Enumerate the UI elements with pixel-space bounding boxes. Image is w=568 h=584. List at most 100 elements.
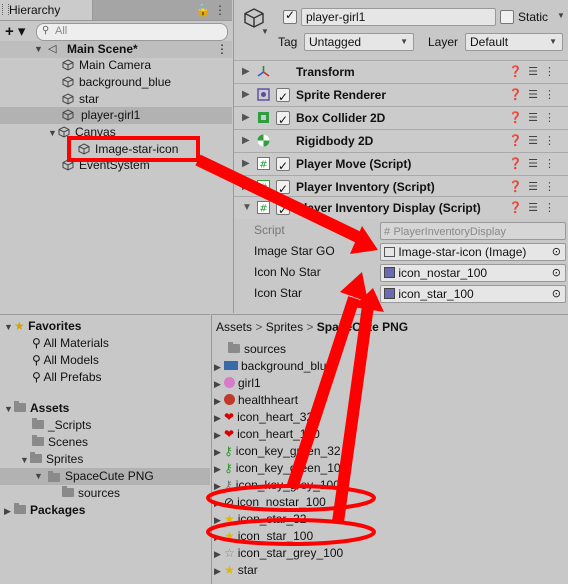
chevron-right-icon[interactable]: ▶ bbox=[214, 478, 224, 495]
icon-no-star-field[interactable]: icon_nostar_100 ⊙ bbox=[380, 264, 566, 282]
breadcrumb-spacecute-png[interactable]: SpaceCute PNG bbox=[317, 320, 408, 334]
file-icon-star-grey-100[interactable]: ▶ ☆ icon_star_grey_100 bbox=[214, 545, 343, 562]
scene-row[interactable]: ▼ ◁ Main Scene* ⋮ bbox=[0, 41, 232, 58]
component-tools-icon[interactable]: ❓☰⋮ bbox=[508, 153, 561, 175]
breadcrumb-sprites[interactable]: Sprites bbox=[266, 320, 303, 334]
breadcrumb-assets[interactable]: Assets bbox=[216, 320, 252, 334]
chevron-right-icon[interactable]: ▶ bbox=[214, 461, 224, 478]
chevron-right-icon[interactable]: ▶ bbox=[214, 495, 224, 512]
chevron-right-icon[interactable]: ▶ bbox=[242, 107, 250, 129]
file-icon-heart-100[interactable]: ▶ ❤ icon_heart_100 bbox=[214, 426, 320, 443]
hierarchy-item-main-camera[interactable]: Main Camera bbox=[62, 57, 151, 74]
file-background-blue[interactable]: ▶ background_blue bbox=[214, 358, 333, 375]
component-tools-icon[interactable]: ❓☰⋮ bbox=[508, 107, 561, 129]
file-healthheart[interactable]: ▶ healthheart bbox=[214, 392, 298, 409]
chevron-right-icon[interactable]: ▶ bbox=[214, 563, 224, 580]
component-player-inventory-display[interactable]: ▼ # Player Inventory Display (Script) ❓☰… bbox=[234, 196, 568, 221]
add-object-button[interactable]: + ▾ bbox=[5, 22, 25, 40]
component-enabled-checkbox[interactable] bbox=[276, 178, 290, 200]
gameobject-cube-icon[interactable] bbox=[243, 7, 265, 29]
component-rigidbody-2d[interactable]: ▶ Rigidbody 2D ❓☰⋮ bbox=[234, 129, 568, 152]
chevron-right-icon[interactable]: ▶ bbox=[214, 410, 224, 427]
assets-header[interactable]: ▼ Assets bbox=[4, 400, 69, 417]
chevron-right-icon[interactable]: ▶ bbox=[214, 359, 224, 376]
lock-icon[interactable]: 🔒 bbox=[196, 3, 211, 17]
chevron-right-icon[interactable]: ▶ bbox=[242, 176, 250, 198]
tree-folder-scripts[interactable]: _Scripts bbox=[32, 417, 91, 434]
favorites-header[interactable]: ▼★ Favorites bbox=[4, 318, 81, 335]
component-player-move[interactable]: ▶ # Player Move (Script) ❓☰⋮ bbox=[234, 152, 568, 177]
hierarchy-item-eventsystem[interactable]: EventSystem bbox=[62, 157, 150, 174]
component-tools-icon[interactable]: ❓☰⋮ bbox=[508, 84, 561, 106]
chevron-down-icon[interactable]: ▼ bbox=[242, 197, 252, 219]
file-sources[interactable]: sources bbox=[228, 341, 286, 358]
packages-header[interactable]: ▶ Packages bbox=[4, 502, 85, 519]
hierarchy-item-star[interactable]: star bbox=[62, 91, 99, 108]
component-player-inventory[interactable]: ▶ # Player Inventory (Script) ❓☰⋮ bbox=[234, 175, 568, 200]
component-tools-icon[interactable]: ❓☰⋮ bbox=[508, 130, 561, 152]
chevron-down-icon[interactable]: ▼ bbox=[4, 401, 14, 418]
component-enabled-checkbox[interactable] bbox=[276, 155, 290, 177]
file-icon-key-grey-100[interactable]: ▶ ⚷ icon_key_grey_100 bbox=[214, 477, 340, 494]
chevron-right-icon[interactable]: ▶ bbox=[214, 444, 224, 461]
tree-folder-sprites[interactable]: ▼ Sprites bbox=[20, 451, 83, 468]
object-picker-icon[interactable]: ⊙ bbox=[552, 244, 561, 260]
chevron-down-icon[interactable]: ▼ bbox=[34, 41, 43, 58]
file-girl1[interactable]: ▶ girl1 bbox=[214, 375, 261, 392]
file-icon-nostar-100[interactable]: ▶ ⊘ icon_nostar_100 bbox=[214, 494, 326, 511]
chevron-right-icon[interactable]: ▶ bbox=[214, 427, 224, 444]
hierarchy-item-image-star-icon[interactable]: Image-star-icon bbox=[78, 141, 178, 158]
component-sprite-renderer[interactable]: ▶ Sprite Renderer ❓☰⋮ bbox=[234, 83, 568, 108]
component-enabled-checkbox[interactable] bbox=[276, 109, 290, 131]
chevron-down-icon[interactable]: ▼ bbox=[34, 468, 43, 485]
component-tools-icon[interactable]: ❓☰⋮ bbox=[508, 61, 561, 83]
chevron-down-icon[interactable]: ▼ bbox=[48, 125, 58, 142]
file-icon-star-32[interactable]: ▶ ★ icon_star_32 bbox=[214, 511, 306, 528]
layer-dropdown[interactable]: Default ▼ bbox=[465, 33, 563, 51]
chevron-right-icon[interactable]: ▶ bbox=[242, 61, 250, 83]
hierarchy-search-input[interactable]: ⚲ All bbox=[36, 23, 228, 41]
favorite-all-materials[interactable]: ⚲ All Materials bbox=[32, 335, 109, 352]
file-icon-heart-32[interactable]: ▶ ❤ icon_heart_32 bbox=[214, 409, 313, 426]
component-tools-icon[interactable]: ❓☰⋮ bbox=[508, 176, 561, 198]
chevron-right-icon[interactable]: ▶ bbox=[214, 393, 224, 410]
chevron-right-icon[interactable]: ▶ bbox=[242, 84, 250, 106]
component-box-collider-2d[interactable]: ▶ Box Collider 2D ❓☰⋮ bbox=[234, 106, 568, 131]
component-enabled-checkbox[interactable] bbox=[276, 199, 290, 221]
hierarchy-item-player-girl1[interactable]: player-girl1 bbox=[0, 107, 232, 124]
static-checkbox[interactable] bbox=[500, 10, 514, 24]
favorite-all-models[interactable]: ⚲ All Models bbox=[32, 352, 99, 369]
chevron-right-icon[interactable]: ▶ bbox=[242, 153, 250, 175]
chevron-right-icon[interactable]: ▶ bbox=[214, 546, 224, 563]
chevron-right-icon[interactable]: ▶ bbox=[214, 376, 224, 393]
chevron-down-icon[interactable]: ▼ bbox=[20, 452, 30, 469]
tag-dropdown[interactable]: Untagged ▼ bbox=[304, 33, 414, 51]
file-icon-star-100[interactable]: ▶ ★ icon_star_100 bbox=[214, 528, 313, 545]
drag-handle-icon[interactable] bbox=[2, 4, 9, 15]
component-tools-icon[interactable]: ❓☰⋮ bbox=[508, 197, 561, 219]
chevron-right-icon[interactable]: ▶ bbox=[214, 512, 224, 529]
chevron-right-icon[interactable]: ▶ bbox=[242, 130, 250, 152]
icon-dropdown-chevron-icon[interactable]: ▼ bbox=[261, 27, 269, 36]
tree-folder-sources[interactable]: sources bbox=[62, 485, 120, 502]
tree-folder-spacecute-png[interactable]: ▼ SpaceCute PNG bbox=[0, 468, 210, 485]
icon-star-field[interactable]: icon_star_100 ⊙ bbox=[380, 285, 566, 303]
hierarchy-item-background-blue[interactable]: background_blue bbox=[62, 74, 171, 91]
image-star-go-field[interactable]: Image-star-icon (Image) ⊙ bbox=[380, 243, 566, 261]
component-enabled-checkbox[interactable] bbox=[276, 86, 290, 108]
object-name-input[interactable]: player-girl1 bbox=[301, 8, 496, 26]
chevron-right-icon[interactable]: ▶ bbox=[4, 503, 14, 520]
file-icon-key-green-32[interactable]: ▶ ⚷ icon_key_green_32 bbox=[214, 443, 341, 460]
active-checkbox[interactable] bbox=[283, 8, 297, 24]
hierarchy-item-canvas[interactable]: ▼ Canvas bbox=[48, 124, 116, 141]
object-picker-icon[interactable]: ⊙ bbox=[552, 265, 561, 281]
hierarchy-tab[interactable]: Hierarchy bbox=[0, 0, 93, 20]
scene-menu-icon[interactable]: ⋮ bbox=[216, 41, 228, 58]
menu-kebab-icon[interactable]: ⋮ bbox=[214, 3, 226, 17]
static-dropdown-icon[interactable]: ▼ bbox=[557, 11, 565, 20]
favorite-all-prefabs[interactable]: ⚲ All Prefabs bbox=[32, 369, 102, 386]
object-picker-icon[interactable]: ⊙ bbox=[552, 286, 561, 302]
component-transform[interactable]: ▶ Transform ❓☰⋮ bbox=[234, 60, 568, 83]
file-star[interactable]: ▶ ★ star bbox=[214, 562, 258, 579]
file-icon-key-green-100[interactable]: ▶ ⚷ icon_key_green_100 bbox=[214, 460, 347, 477]
